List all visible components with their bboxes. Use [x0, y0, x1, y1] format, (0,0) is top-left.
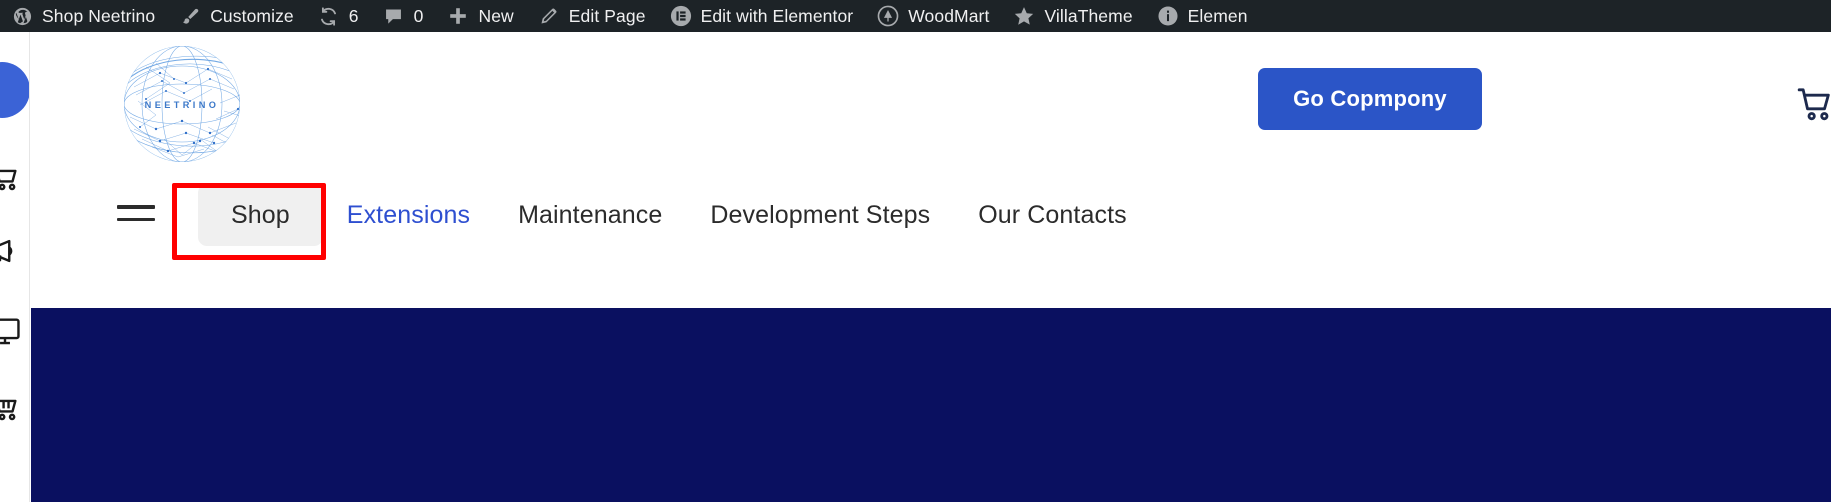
browser-viewport: Shop Neetrino Customize 6 0 New Edit Pag… [0, 0, 1831, 502]
admin-bar-item-comments[interactable]: 0 [372, 0, 437, 32]
left-edge-rail [0, 32, 30, 502]
nav-item-shop[interactable]: Shop [198, 184, 323, 246]
logo-wordmark: NEETRINO [145, 100, 220, 110]
admin-bar-item-edit-with-elementor[interactable]: Edit with Elementor [659, 0, 867, 32]
admin-bar-item-updates[interactable]: 6 [307, 0, 372, 32]
go-company-button[interactable]: Go Copmpony [1258, 68, 1482, 130]
admin-bar-item-label: Edit with Elementor [700, 5, 854, 26]
nav-item-our-contacts[interactable]: Our Contacts [954, 168, 1150, 262]
monitor-outline-icon[interactable] [0, 314, 22, 348]
shopping-cart-icon[interactable] [1795, 84, 1831, 124]
admin-bar-item-label: 6 [348, 5, 359, 26]
cart-dashed-outline-icon[interactable] [0, 390, 22, 424]
pencil-edit-icon [538, 5, 560, 27]
admin-bar-item-label: Elemen [1187, 5, 1248, 26]
paintbrush-icon [179, 5, 201, 27]
primary-nav-bar: Shop Extensions Maintenance Development … [31, 168, 1831, 262]
nav-item-development-steps[interactable]: Development Steps [686, 168, 954, 262]
admin-bar-item-elementor-info[interactable]: Elemen [1146, 0, 1261, 32]
wordpress-dashboard-icon [11, 5, 33, 27]
admin-bar-item-label: New [478, 5, 514, 26]
admin-bar-item-customize[interactable]: Customize [168, 0, 307, 32]
primary-nav-menu: Shop Extensions Maintenance Development … [198, 168, 1151, 262]
admin-bar-item-villatheme[interactable]: VillaTheme [1002, 0, 1145, 32]
info-circle-icon [1157, 5, 1179, 27]
nav-item-maintenance[interactable]: Maintenance [494, 168, 686, 262]
admin-bar-item-woodmart[interactable]: WoodMart [866, 0, 1002, 32]
hamburger-menu-icon[interactable] [117, 196, 155, 230]
admin-bar-item-label: Customize [210, 5, 294, 26]
updates-refresh-icon [318, 5, 340, 27]
avatar[interactable] [0, 62, 29, 118]
admin-bar-item-label: VillaTheme [1044, 5, 1133, 26]
star-icon [1013, 5, 1035, 27]
hamburger-line [117, 205, 155, 209]
admin-bar-item-label: Shop Neetrino [42, 5, 156, 26]
hamburger-line [117, 217, 155, 221]
wp-admin-bar: Shop Neetrino Customize 6 0 New Edit Pag… [0, 0, 1831, 32]
plus-icon [447, 5, 469, 27]
admin-bar-item-label: Edit Page [568, 5, 646, 26]
neetrino-globe-logo[interactable]: NEETRINO [112, 43, 252, 165]
elementor-icon [670, 5, 692, 27]
cart-outline-icon[interactable] [0, 160, 22, 194]
admin-bar-item-site-name[interactable]: Shop Neetrino [0, 0, 168, 32]
admin-bar-item-label: WoodMart [908, 5, 990, 26]
admin-bar-item-edit-page[interactable]: Edit Page [527, 0, 659, 32]
comment-bubble-icon [383, 5, 405, 27]
hero-banner [31, 308, 1831, 502]
nav-item-extensions[interactable]: Extensions [323, 168, 494, 262]
admin-bar-item-new[interactable]: New [436, 0, 526, 32]
admin-bar-item-label: 0 [413, 5, 424, 26]
megaphone-outline-icon[interactable] [0, 234, 22, 268]
woodmart-icon [877, 5, 899, 27]
site-header: NEETRINO Go Copmpony [31, 32, 1831, 168]
